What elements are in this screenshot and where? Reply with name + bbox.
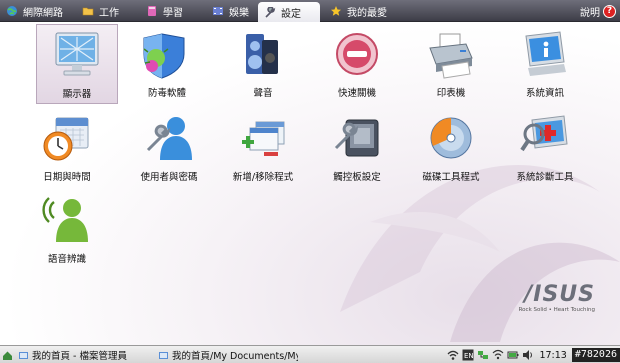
app-sound[interactable]: 聲音 [222,24,304,104]
app-label: 新增/移除程式 [232,172,294,183]
app-system-info[interactable]: 系統資訊 [504,24,586,104]
file-manager-icon [158,350,169,361]
app-printer[interactable]: 印表機 [410,24,492,104]
app-label: 磁碟工具程式 [422,172,480,183]
monitor-icon [55,32,99,76]
touchpad-icon [334,119,379,157]
app-label: 印表機 [436,88,466,99]
star-icon [330,5,343,17]
app-label: 防毒軟體 [147,88,186,99]
top-tab-bar: 網際網路 工作 學習 娛樂 設定 我的最愛 說明 ? [0,0,620,23]
folder-icon [82,5,95,17]
tab-work[interactable]: 工作 [76,1,136,21]
tab-label: 我的最愛 [347,7,387,19]
user-icon [146,117,192,160]
shutdown-icon [336,33,378,75]
help-button[interactable]: 說明 ? [580,2,616,20]
home-icon [2,350,13,361]
clock[interactable]: 17:13 [539,350,566,361]
app-disk-utility[interactable]: 磁碟工具程式 [410,108,492,188]
app-system-diagnostics[interactable]: 系統診斷工具 [504,108,586,188]
app-label: 語音辨識 [47,254,86,265]
signal-icon[interactable] [492,349,504,361]
app-label: 日期與時間 [43,172,91,183]
tab-label: 設定 [281,9,301,20]
app-antivirus[interactable]: 防毒軟體 [126,24,208,104]
tab-settings[interactable]: 設定 [258,2,320,23]
battery-icon[interactable] [507,349,519,361]
start-button[interactable] [2,347,13,363]
printer-icon [429,33,473,79]
app-add-remove-programs[interactable]: 新增/移除程式 [222,108,304,188]
app-voice-recognition[interactable]: 語音辨識 [26,190,108,270]
app-quick-shutdown[interactable]: 快速關機 [316,24,398,104]
voice-recognition-icon [42,197,88,242]
app-label: 系統資訊 [525,88,564,99]
file-manager-icon [18,350,29,361]
help-icon: ? [603,4,616,18]
keyboard-language-icon[interactable]: EN [462,349,474,361]
app-label: 觸控板設定 [333,172,381,183]
system-tray: EN 17:13 #782026 [447,346,620,363]
antivirus-shield-icon [143,33,185,79]
tab-label: 學習 [163,7,183,19]
add-remove-programs-icon [242,121,285,156]
brand-tagline: Rock Solid • Heart Touching [518,307,595,313]
settings-launcher-panel: 顯示器 防毒軟體 聲音 快速關機 印表機 系統資訊 日期與時間 使用者與密碼 新… [0,22,620,345]
tab-internet[interactable]: 網際網路 [0,1,72,21]
wifi-icon[interactable] [447,349,459,361]
taskbar-item-label: 我的首頁/My Documents/My P [172,351,298,362]
book-icon [146,5,159,17]
taskbar-item-documents[interactable]: 我的首頁/My Documents/My P [158,347,298,363]
calendar-clock-icon [43,117,89,161]
app-touchpad-settings[interactable]: 觸控板設定 [316,108,398,188]
brand-logo: /ISUS Rock Solid • Heart Touching [505,284,595,318]
tab-learning[interactable]: 學習 [140,1,204,21]
screenshot-tag: #782026 [571,348,620,362]
app-label: 快速關機 [337,88,376,99]
taskbar: 我的首頁 - 檔案管理員 我的首頁/My Documents/My P EN 1… [0,345,620,363]
app-display[interactable]: 顯示器 [36,24,118,104]
taskbar-item-file-manager[interactable]: 我的首頁 - 檔案管理員 [18,347,150,363]
svg-text:EN: EN [464,352,474,360]
disk-utility-icon [430,117,472,159]
app-date-time[interactable]: 日期與時間 [26,108,108,188]
tab-label: 網際網路 [23,7,63,19]
app-label: 顯示器 [62,89,92,100]
app-label: 系統診斷工具 [516,172,574,183]
diagnostics-icon [520,115,568,152]
app-label: 聲音 [253,88,273,99]
taskbar-item-label: 我的首頁 - 檔案管理員 [32,351,127,362]
system-info-icon [525,31,566,76]
app-label: 使用者與密碼 [140,172,198,183]
network-icon[interactable] [477,349,489,361]
tab-label: 娛樂 [229,7,249,19]
volume-icon[interactable] [522,349,534,361]
brand-wordmark: /ISUS [524,282,595,307]
globe-icon [6,5,19,17]
wrench-icon [264,5,277,19]
tab-favorites[interactable]: 我的最愛 [324,1,394,21]
speaker-icon [246,34,278,74]
film-icon [212,5,225,17]
tab-label: 工作 [99,7,119,19]
help-label: 說明 [580,7,600,19]
app-users-passwords[interactable]: 使用者與密碼 [128,108,210,188]
